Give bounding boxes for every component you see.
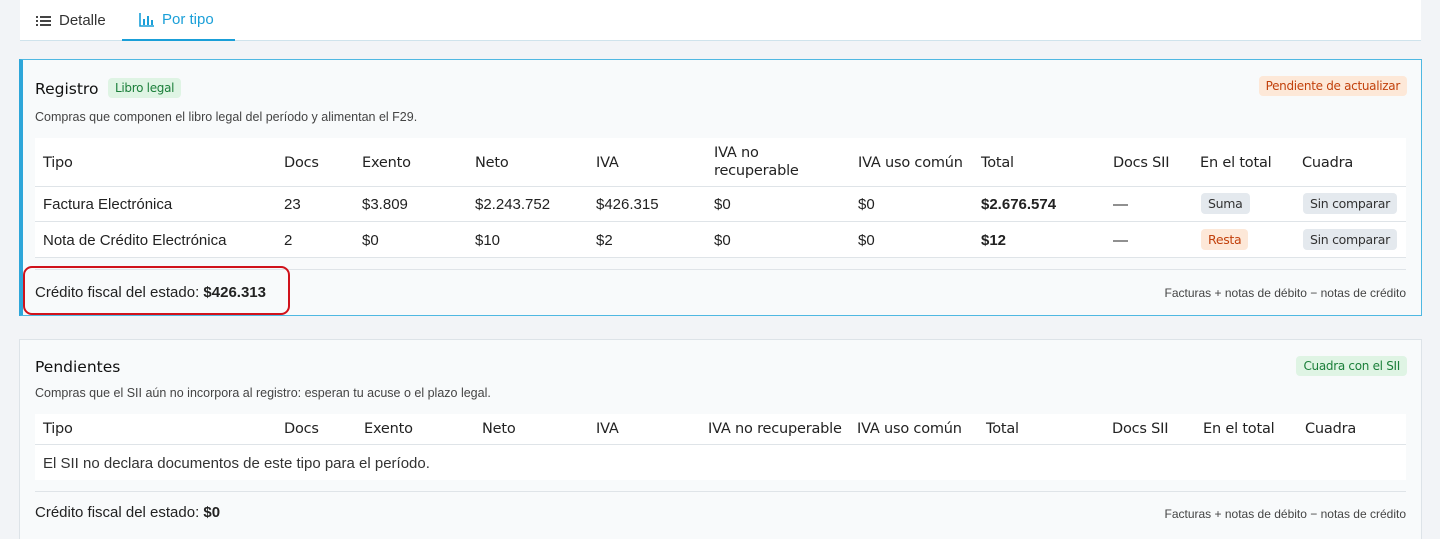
row-divider — [35, 257, 1406, 258]
pendientes-card: Pendientes Cuadra con el SII Compras que… — [19, 339, 1422, 539]
col-iva: IVA — [596, 155, 619, 171]
col-en-el-total: En el total — [1203, 421, 1275, 437]
col-iva-uso-comun: IVA uso común — [858, 155, 963, 171]
pendiente-status-badge: Pendiente de actualizar — [1258, 76, 1407, 96]
credit-value: $0 — [203, 504, 221, 521]
col-neto: Neto — [482, 421, 516, 437]
col-neto: Neto — [475, 155, 509, 171]
row2-docs: 2 — [284, 232, 293, 249]
footer-divider — [35, 491, 1406, 492]
registro-subtitle: Compras que componen el libro legal del … — [35, 110, 418, 124]
tab-por-tipo[interactable]: Por tipo — [122, 0, 235, 41]
row2-iva-no-rec: $0 — [714, 232, 731, 249]
col-docs-sii: Docs SII — [1113, 155, 1170, 171]
row1-docs: 23 — [284, 196, 301, 213]
row2-iva-uso: $0 — [858, 232, 875, 249]
credit-highlight-box — [23, 266, 290, 315]
row1-exento: $3.809 — [362, 196, 408, 213]
row2-exento: $0 — [362, 232, 379, 249]
row1-neto: $2.243.752 — [475, 196, 551, 213]
bar-chart-icon — [139, 12, 154, 27]
col-iva-no-recuperable: IVA no recuperable — [714, 145, 799, 179]
tab-por-tipo-label: Por tipo — [162, 11, 214, 28]
row2-resta-badge: Resta — [1201, 229, 1249, 250]
row1-iva: $426.315 — [596, 196, 659, 213]
header-divider — [35, 186, 1406, 187]
list-icon — [36, 15, 51, 27]
row2-cuadra-badge: Sin comparar — [1303, 229, 1397, 250]
registro-table: Tipo Docs Exento Neto IVA IVA no recuper… — [35, 138, 1406, 258]
col-docs: Docs — [284, 421, 319, 437]
row-divider — [35, 221, 1406, 222]
col-exento: Exento — [364, 421, 413, 437]
row2-iva: $2 — [596, 232, 613, 249]
col-tipo: Tipo — [43, 421, 73, 437]
row1-docs-sii: — — [1113, 196, 1128, 213]
row2-tipo: Nota de Crédito Electrónica — [43, 232, 227, 249]
pendientes-subtitle: Compras que el SII aún no incorpora al r… — [35, 386, 491, 400]
pendientes-credit: Crédito fiscal del estado: $0 — [35, 504, 220, 521]
col-iva: IVA — [596, 421, 619, 437]
col-iva-no-recuperable: IVA no recuperable — [708, 421, 842, 437]
col-iva-uso-comun: IVA uso común — [857, 421, 962, 437]
col-docs: Docs — [284, 155, 319, 171]
col-total: Total — [986, 421, 1019, 437]
credit-label: Crédito fiscal del estado: — [35, 504, 204, 521]
col-docs-sii: Docs SII — [1112, 421, 1169, 437]
row1-iva-uso: $0 — [858, 196, 875, 213]
row2-neto: $10 — [475, 232, 501, 249]
empty-state-message: El SII no declara documentos de este tip… — [43, 455, 430, 472]
registro-formula: Facturas + notas de débito − notas de cr… — [1164, 286, 1407, 300]
col-en-el-total: En el total — [1200, 155, 1272, 171]
view-tabs: Detalle Por tipo — [20, 0, 1421, 41]
row1-cuadra-badge: Sin comparar — [1303, 193, 1397, 214]
pendientes-title: Pendientes — [35, 358, 121, 376]
pendientes-table: Tipo Docs Exento Neto IVA IVA no recuper… — [35, 414, 1406, 480]
tab-detalle-label: Detalle — [59, 12, 106, 29]
row1-suma-badge: Suma — [1201, 193, 1250, 214]
row2-total: $12 — [981, 232, 1007, 249]
cuadra-status-badge: Cuadra con el SII — [1296, 356, 1407, 376]
header-divider — [35, 444, 1406, 445]
col-cuadra: Cuadra — [1302, 155, 1354, 171]
row1-iva-no-rec: $0 — [714, 196, 731, 213]
row2-docs-sii: — — [1113, 232, 1128, 249]
col-exento: Exento — [362, 155, 411, 171]
registro-title: Registro — [35, 80, 99, 98]
pendientes-formula: Facturas + notas de débito − notas de cr… — [1164, 507, 1407, 521]
col-total: Total — [981, 155, 1014, 171]
row1-total: $2.676.574 — [981, 196, 1057, 213]
col-cuadra: Cuadra — [1305, 421, 1357, 437]
tab-detalle[interactable]: Detalle — [36, 0, 106, 41]
col-tipo: Tipo — [43, 155, 73, 171]
row1-tipo: Factura Electrónica — [43, 196, 173, 213]
libro-legal-badge: Libro legal — [108, 78, 182, 98]
